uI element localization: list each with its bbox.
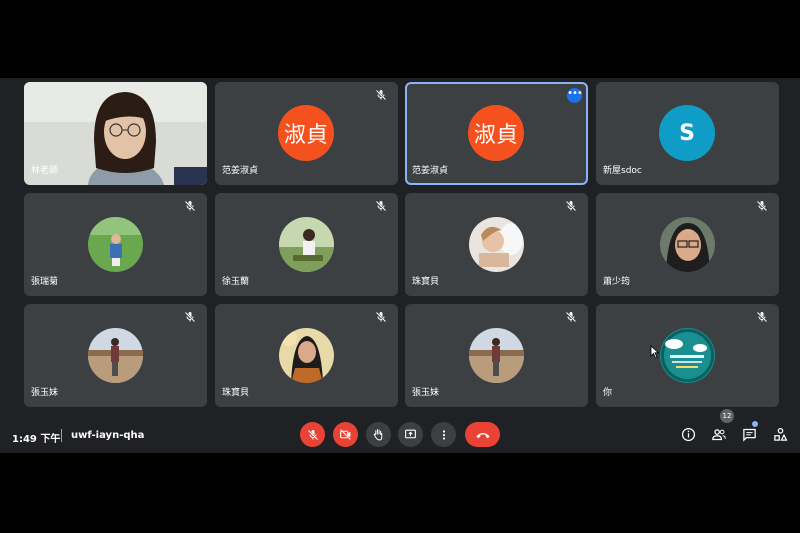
participant-name: 范姜淑貞	[222, 166, 259, 176]
participant-name: 你	[603, 388, 613, 398]
avatar-photo	[88, 217, 143, 272]
end-call-button[interactable]	[465, 422, 500, 447]
participant-name: 新屋sdoc	[603, 166, 642, 176]
meet-window: 林老師 淑貞 范姜淑貞 ••• 淑貞 范姜淑貞 S 新屋sdoc 張瑞菊 徐玉蘭…	[0, 78, 800, 453]
chat-button[interactable]	[739, 424, 759, 444]
meeting-code: uwf-iayn-qha	[71, 430, 145, 441]
mic-off-icon	[375, 200, 387, 212]
participant-tile[interactable]: 張玉妹	[405, 304, 588, 407]
mic-off-icon	[184, 200, 196, 212]
bottom-bar: 1:49 下午 uwf-iayn-qha 12	[0, 409, 800, 453]
avatar-photo	[660, 328, 715, 383]
toggle-mic-button[interactable]	[300, 422, 325, 447]
participant-tile[interactable]: 淑貞 范姜淑貞	[215, 82, 398, 185]
participant-tile[interactable]: 珠寶貝	[405, 193, 588, 296]
participant-name: 珠寶貝	[222, 388, 250, 398]
mic-off-icon	[756, 311, 768, 323]
participant-name: 張玉妹	[31, 388, 59, 398]
toggle-camera-button[interactable]	[333, 422, 358, 447]
avatar-photo	[279, 217, 334, 272]
meeting-time: 1:49 下午	[12, 434, 61, 445]
avatar-photo	[660, 217, 715, 272]
meeting-info-button[interactable]	[678, 424, 698, 444]
avatar-photo	[469, 217, 524, 272]
avatar-photo	[279, 328, 334, 383]
more-options-button[interactable]	[431, 422, 456, 447]
mic-off-icon	[375, 311, 387, 323]
chat-icon	[742, 428, 756, 442]
avatar: S	[659, 105, 715, 161]
mouse-cursor-icon	[650, 345, 660, 359]
people-icon	[712, 428, 726, 440]
activities-button[interactable]	[770, 424, 790, 444]
participant-tile[interactable]: 林老師	[24, 82, 207, 185]
participant-tile[interactable]: S 新屋sdoc	[596, 82, 779, 185]
participant-count-badge: 12	[720, 409, 734, 423]
more-options-button[interactable]: •••	[567, 88, 583, 103]
activities-icon	[773, 427, 787, 441]
avatar: 淑貞	[278, 105, 334, 161]
end-call-icon	[475, 432, 490, 438]
mic-off-icon	[565, 200, 577, 212]
avatar-photo	[469, 328, 524, 383]
people-button[interactable]	[709, 424, 729, 444]
participant-tile[interactable]: 張瑞菊	[24, 193, 207, 296]
participant-tile-self[interactable]: 你	[596, 304, 779, 407]
present-screen-icon	[405, 429, 416, 439]
mic-off-icon	[375, 89, 387, 101]
participant-name: 張玉妹	[412, 388, 440, 398]
avatar: 淑貞	[468, 105, 524, 161]
unread-dot	[752, 421, 758, 427]
present-screen-button[interactable]	[398, 422, 423, 447]
camera-off-icon	[340, 429, 351, 440]
info-icon	[681, 427, 695, 441]
participant-tile-active[interactable]: ••• 淑貞 范姜淑貞	[405, 82, 588, 185]
raise-hand-button[interactable]	[366, 422, 391, 447]
more-vert-icon	[442, 429, 445, 440]
participant-name: 珠寶貝	[412, 277, 440, 287]
mic-off-icon	[184, 311, 196, 323]
participant-tile[interactable]: 蕭少筠	[596, 193, 779, 296]
mic-off-icon	[756, 200, 768, 212]
participant-name: 徐玉蘭	[222, 277, 250, 287]
mic-off-icon	[565, 311, 577, 323]
participant-name: 范姜淑貞	[412, 166, 449, 176]
avatar-photo	[88, 328, 143, 383]
participant-tile[interactable]: 珠寶貝	[215, 304, 398, 407]
divider	[61, 429, 62, 442]
participant-tile[interactable]: 徐玉蘭	[215, 193, 398, 296]
participant-name: 蕭少筠	[603, 277, 631, 287]
participant-tile[interactable]: 張玉妹	[24, 304, 207, 407]
raise-hand-icon	[373, 429, 383, 441]
participant-name: 林老師	[31, 166, 59, 176]
mic-off-icon	[307, 429, 318, 440]
participant-name: 張瑞菊	[31, 277, 59, 287]
